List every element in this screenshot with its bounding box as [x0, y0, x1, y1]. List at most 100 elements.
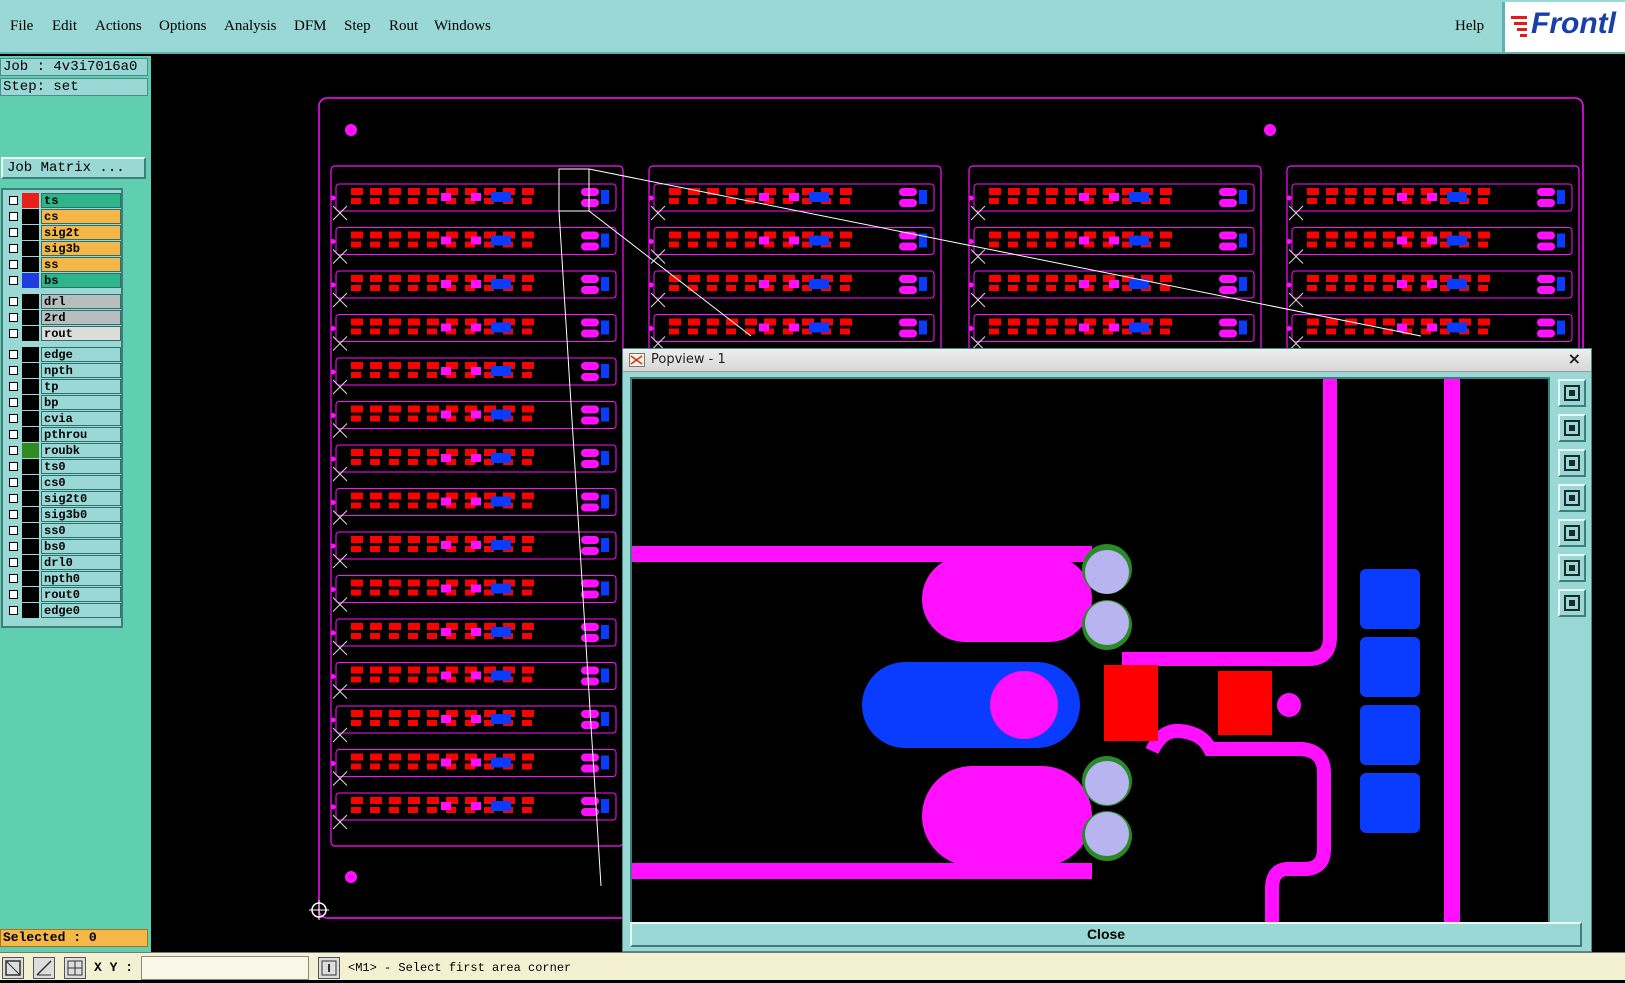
- layer-color-swatch[interactable]: [22, 507, 39, 522]
- layer-checkbox[interactable]: [9, 446, 18, 455]
- layer-color-swatch[interactable]: [22, 539, 39, 554]
- layer-checkbox[interactable]: [9, 297, 18, 306]
- layer-row-npth0[interactable]: npth0: [5, 571, 121, 586]
- layer-checkbox[interactable]: [9, 462, 18, 471]
- layer-color-swatch[interactable]: [22, 209, 39, 224]
- menu-file[interactable]: File: [10, 18, 33, 35]
- layer-checkbox[interactable]: [9, 494, 18, 503]
- layer-name[interactable]: tp: [41, 379, 121, 394]
- grid-icon[interactable]: [64, 957, 86, 979]
- layer-name[interactable]: drl: [41, 294, 121, 309]
- layer-checkbox[interactable]: [9, 398, 18, 407]
- layer-checkbox[interactable]: [9, 382, 18, 391]
- menu-edit[interactable]: Edit: [52, 18, 77, 35]
- layer-checkbox[interactable]: [9, 590, 18, 599]
- menu-step[interactable]: Step: [344, 18, 371, 35]
- layer-color-swatch[interactable]: [22, 491, 39, 506]
- layer-name[interactable]: edge: [41, 347, 121, 362]
- layer-row-ss[interactable]: ss: [5, 257, 121, 272]
- layer-name[interactable]: npth: [41, 363, 121, 378]
- layer-checkbox[interactable]: [9, 212, 18, 221]
- layer-row-npth[interactable]: npth: [5, 363, 121, 378]
- close-icon[interactable]: ×: [1568, 349, 1581, 368]
- layer-checkbox[interactable]: [9, 329, 18, 338]
- layer-checkbox[interactable]: [9, 196, 18, 205]
- layer-checkbox[interactable]: [9, 228, 18, 237]
- layer-color-swatch[interactable]: [22, 571, 39, 586]
- layer-name[interactable]: ss: [41, 257, 121, 272]
- layer-row-sig2t[interactable]: sig2t: [5, 225, 121, 240]
- layer-color-swatch[interactable]: [22, 294, 39, 309]
- layer-checkbox[interactable]: [9, 478, 18, 487]
- layer-name[interactable]: cs: [41, 209, 121, 224]
- job-matrix-button[interactable]: Job Matrix ...: [1, 157, 146, 179]
- select-area-icon[interactable]: [2, 957, 24, 979]
- layer-color-swatch[interactable]: [22, 427, 39, 442]
- layer-name[interactable]: sig2t: [41, 225, 121, 240]
- popview-titlebar[interactable]: Popview - 1 ×: [623, 349, 1591, 372]
- layer-name[interactable]: sig2t0: [41, 491, 121, 506]
- layer-color-swatch[interactable]: [22, 395, 39, 410]
- layer-color-swatch[interactable]: [22, 273, 39, 288]
- layer-color-swatch[interactable]: [22, 411, 39, 426]
- layer-color-swatch[interactable]: [22, 257, 39, 272]
- layer-checkbox[interactable]: [9, 276, 18, 285]
- layer-checkbox[interactable]: [9, 366, 18, 375]
- layer-name[interactable]: ts0: [41, 459, 121, 474]
- layer-color-swatch[interactable]: [22, 587, 39, 602]
- layer-row-rout[interactable]: rout: [5, 326, 121, 341]
- layer-name[interactable]: bs: [41, 273, 121, 288]
- layer-row-drl0[interactable]: drl0: [5, 555, 121, 570]
- layer-color-swatch[interactable]: [22, 523, 39, 538]
- layer-checkbox[interactable]: [9, 558, 18, 567]
- layer-color-swatch[interactable]: [22, 555, 39, 570]
- layer-color-swatch[interactable]: [22, 310, 39, 325]
- layer-row-edge0[interactable]: edge0: [5, 603, 121, 618]
- layer-row-sig3b0[interactable]: sig3b0: [5, 507, 121, 522]
- pan-up-icon[interactable]: [1558, 414, 1586, 442]
- layer-name[interactable]: ts: [41, 193, 121, 208]
- layer-name[interactable]: ss0: [41, 523, 121, 538]
- layer-checkbox[interactable]: [9, 510, 18, 519]
- menu-dfm[interactable]: DFM: [294, 18, 327, 35]
- layer-name[interactable]: edge0: [41, 603, 121, 618]
- layer-color-swatch[interactable]: [22, 475, 39, 490]
- zoom-fit-icon[interactable]: [1558, 379, 1586, 407]
- layer-color-swatch[interactable]: [22, 225, 39, 240]
- layer-color-swatch[interactable]: [22, 603, 39, 618]
- layer-row-roubk[interactable]: roubk: [5, 443, 121, 458]
- layer-color-swatch[interactable]: [22, 326, 39, 341]
- layer-row-cs[interactable]: cs: [5, 209, 121, 224]
- layer-name[interactable]: rout0: [41, 587, 121, 602]
- menu-help[interactable]: Help: [1455, 18, 1484, 35]
- layer-checkbox[interactable]: [9, 350, 18, 359]
- xy-input[interactable]: [141, 956, 309, 980]
- layer-name[interactable]: 2rd: [41, 310, 121, 325]
- layer-row-2rd[interactable]: 2rd: [5, 310, 121, 325]
- layer-color-swatch[interactable]: [22, 363, 39, 378]
- layer-name[interactable]: bs0: [41, 539, 121, 554]
- layer-checkbox[interactable]: [9, 260, 18, 269]
- layer-row-tp[interactable]: tp: [5, 379, 121, 394]
- layer-color-swatch[interactable]: [22, 347, 39, 362]
- layer-checkbox[interactable]: [9, 606, 18, 615]
- layer-row-cvia[interactable]: cvia: [5, 411, 121, 426]
- layer-name[interactable]: npth0: [41, 571, 121, 586]
- layer-name[interactable]: bp: [41, 395, 121, 410]
- layer-row-bp[interactable]: bp: [5, 395, 121, 410]
- layer-name[interactable]: cvia: [41, 411, 121, 426]
- layer-name[interactable]: sig3b: [41, 241, 121, 256]
- layer-checkbox[interactable]: [9, 313, 18, 322]
- layer-row-bs[interactable]: bs: [5, 273, 121, 288]
- layer-color-swatch[interactable]: [22, 443, 39, 458]
- layer-row-rout0[interactable]: rout0: [5, 587, 121, 602]
- layer-color-swatch[interactable]: [22, 459, 39, 474]
- layer-row-ss0[interactable]: ss0: [5, 523, 121, 538]
- layer-checkbox[interactable]: [9, 244, 18, 253]
- layer-name[interactable]: roubk: [41, 443, 121, 458]
- layer-color-swatch[interactable]: [22, 193, 39, 208]
- pan-down-icon[interactable]: [1558, 449, 1586, 477]
- layer-name[interactable]: rout: [41, 326, 121, 341]
- layer-row-sig3b[interactable]: sig3b: [5, 241, 121, 256]
- layer-row-sig2t0[interactable]: sig2t0: [5, 491, 121, 506]
